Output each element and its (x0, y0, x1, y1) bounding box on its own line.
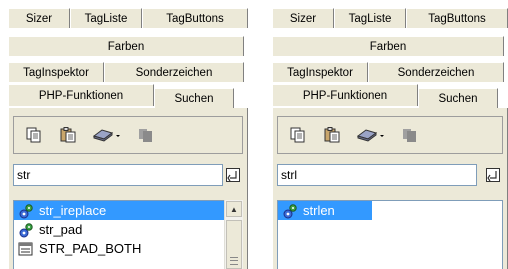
list-item[interactable]: str_pad (14, 220, 224, 239)
tab-sizer[interactable]: Sizer (8, 8, 70, 28)
list-item[interactable]: str_ireplace (14, 201, 224, 220)
chevron-up-icon: ▲ (230, 204, 238, 214)
tab-sizer[interactable]: Sizer (272, 8, 334, 28)
scroll-up-button[interactable]: ▲ (226, 201, 242, 217)
toolbar (277, 116, 503, 154)
disabled-icon (403, 129, 416, 142)
book-dropdown-button[interactable] (354, 123, 388, 147)
apply-filter-button[interactable] (483, 165, 503, 185)
list-scrollbar[interactable]: ▲ (224, 200, 243, 269)
paste-icon (60, 127, 76, 143)
tab-tagliste[interactable]: TagListe (70, 8, 142, 28)
tab-php-funktionen[interactable]: PHP-Funktionen (8, 84, 154, 106)
apply-filter-button[interactable] (223, 165, 243, 185)
apply-filter-icon (486, 168, 500, 182)
filter-input[interactable] (277, 164, 477, 186)
copy-button[interactable] (22, 123, 46, 147)
paste-button[interactable] (56, 123, 80, 147)
scroll-thumb[interactable] (226, 220, 242, 269)
toolbar (13, 116, 243, 154)
tab-tagbuttons[interactable]: TagButtons (406, 8, 508, 28)
tab-content: strlen (272, 108, 508, 269)
copy-icon (26, 127, 41, 143)
tab-content: str_ireplace str_pad STR_PAD_BOT (8, 108, 248, 269)
filter-input[interactable] (13, 164, 223, 186)
filter-row (13, 164, 243, 188)
function-list[interactable]: str_ireplace str_pad STR_PAD_BOTH (13, 200, 225, 269)
tab-sonderzeichen[interactable]: Sonderzeichen (368, 62, 504, 82)
tab-tagbuttons[interactable]: TagButtons (142, 8, 248, 28)
tab-suchen[interactable]: Suchen (418, 88, 498, 108)
filter-row (277, 164, 503, 188)
copy-button[interactable] (286, 123, 310, 147)
book-dropdown-icon (356, 129, 384, 142)
right-panel: Sizer TagListe TagButtons Farben TagInsp… (272, 0, 508, 269)
php-function-icon (283, 203, 297, 218)
paste-icon (324, 127, 340, 143)
left-panel: Sizer TagListe TagButtons Farben TagInsp… (8, 0, 248, 269)
disabled-button[interactable] (134, 123, 158, 147)
tab-farben[interactable]: Farben (8, 36, 244, 56)
tab-farben[interactable]: Farben (272, 36, 504, 56)
php-constant-icon (18, 242, 33, 255)
tab-taginspektor[interactable]: TagInspektor (8, 62, 104, 82)
apply-filter-icon (226, 168, 240, 182)
copy-icon (290, 127, 305, 143)
list-item[interactable]: strlen (278, 201, 372, 220)
grip-icon (230, 257, 238, 265)
tab-tagliste[interactable]: TagListe (334, 8, 406, 28)
disabled-icon (139, 129, 152, 142)
php-function-icon (19, 222, 33, 237)
paste-button[interactable] (320, 123, 344, 147)
tab-sonderzeichen[interactable]: Sonderzeichen (104, 62, 244, 82)
tab-taginspektor[interactable]: TagInspektor (272, 62, 368, 82)
list-item[interactable]: STR_PAD_BOTH (14, 239, 224, 258)
function-list[interactable]: strlen (277, 200, 503, 269)
book-dropdown-icon (92, 129, 120, 142)
tab-suchen[interactable]: Suchen (154, 88, 234, 108)
disabled-button[interactable] (398, 123, 422, 147)
php-function-icon (19, 203, 33, 218)
book-dropdown-button[interactable] (90, 123, 124, 147)
tab-php-funktionen[interactable]: PHP-Funktionen (272, 84, 418, 106)
